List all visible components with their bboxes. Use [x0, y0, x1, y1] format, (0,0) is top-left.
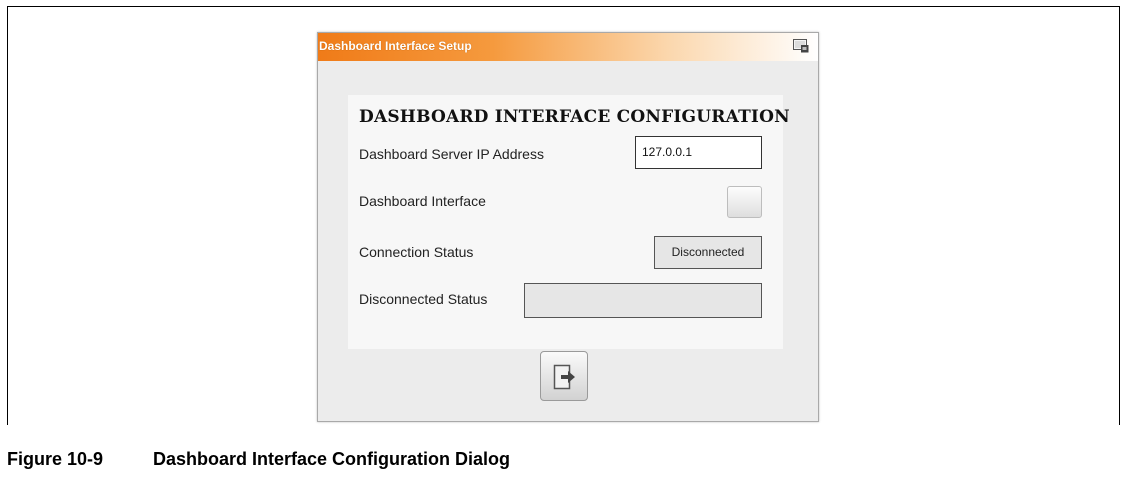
figure-title: Dashboard Interface Configuration Dialog: [153, 449, 511, 469]
dashboard-setup-dialog: Dashboard Interface Setup DASHBOARD INTE…: [317, 32, 819, 422]
connection-status-value: Disconnected: [654, 236, 762, 269]
dialog-titlebar: Dashboard Interface Setup: [318, 33, 818, 61]
screen-icon[interactable]: [793, 39, 809, 53]
figure-number: Figure 10-9: [7, 449, 104, 469]
dashboard-interface-toggle[interactable]: [727, 186, 762, 218]
connection-status-label: Connection Status: [359, 244, 474, 260]
disconnected-status-field: [524, 283, 762, 318]
server-ip-label: Dashboard Server IP Address: [359, 146, 544, 162]
dashboard-interface-label: Dashboard Interface: [359, 193, 486, 209]
exit-button[interactable]: [540, 351, 588, 401]
figure-caption: Figure 10-9 Dashboard Interface Configura…: [7, 449, 510, 470]
panel-header: DASHBOARD INTERFACE CONFIGURATION: [359, 107, 790, 127]
dialog-title: Dashboard Interface Setup: [319, 39, 472, 53]
server-ip-input[interactable]: 127.0.0.1: [635, 136, 762, 169]
exit-icon: [553, 364, 575, 390]
configuration-panel: DASHBOARD INTERFACE CONFIGURATION Dashbo…: [348, 95, 790, 349]
disconnected-status-label: Disconnected Status: [359, 291, 488, 307]
